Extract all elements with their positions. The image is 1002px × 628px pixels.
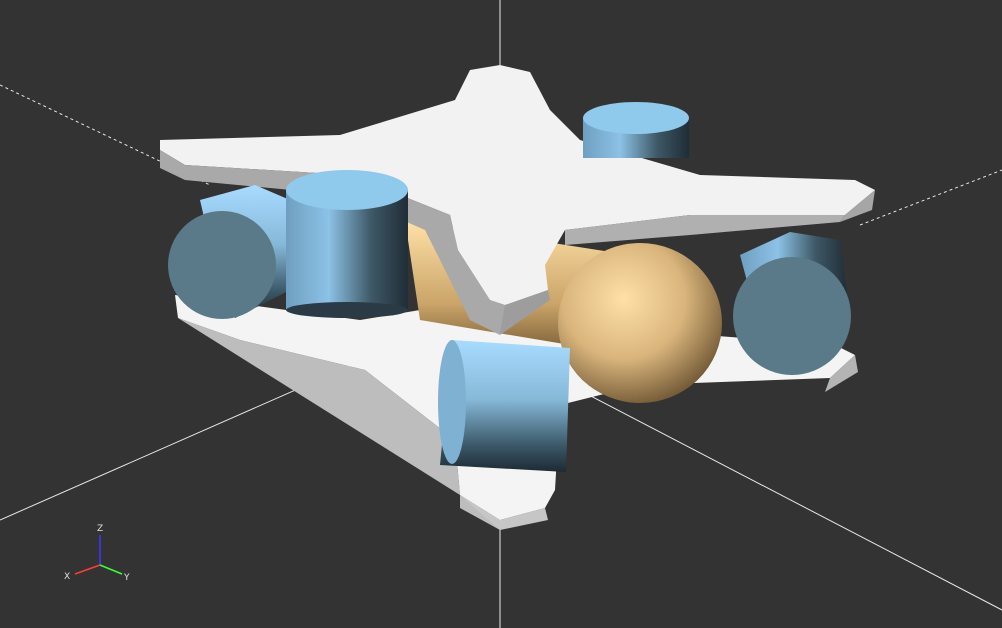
right-cylinder[interactable] bbox=[733, 232, 851, 375]
z-axis-label: Z bbox=[97, 524, 103, 534]
y-axis-line bbox=[99, 564, 123, 575]
front-left-cylinder[interactable] bbox=[286, 170, 408, 318]
sphere[interactable] bbox=[558, 243, 722, 403]
x-axis-line bbox=[74, 564, 101, 575]
front-cylinder[interactable] bbox=[438, 340, 570, 472]
axes-gizmo: Z X Y bbox=[64, 524, 130, 583]
y-axis-label: Y bbox=[123, 573, 130, 583]
x-axis-label: X bbox=[64, 572, 70, 582]
back-cylinder[interactable] bbox=[583, 102, 689, 158]
left-cylinder[interactable] bbox=[168, 185, 290, 319]
3d-viewport[interactable]: Z X Y bbox=[0, 0, 1002, 628]
